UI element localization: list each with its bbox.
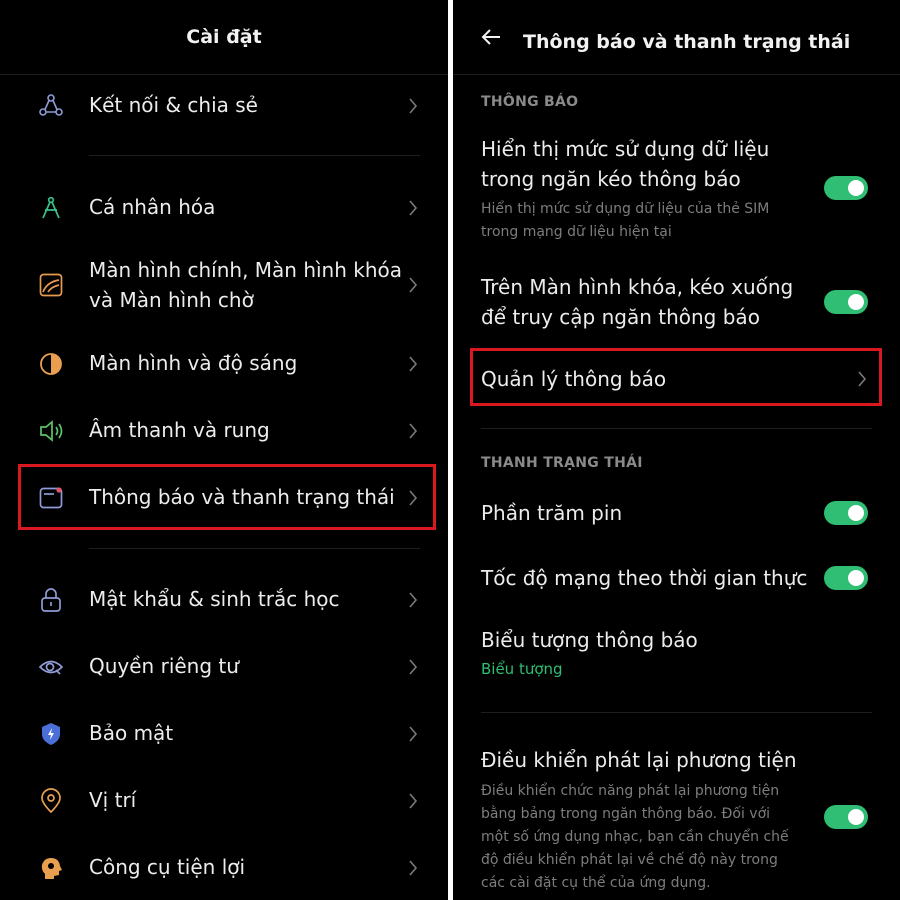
- media-playback-toggle[interactable]: [824, 805, 868, 829]
- section-header-notifications: THÔNG BÁO: [481, 94, 579, 110]
- settings-item-connection[interactable]: Kết nối & chia sẻ: [0, 90, 448, 122]
- settings-item-notifications-status-bar[interactable]: Thông báo và thanh trạng thái: [0, 482, 448, 514]
- battery-percentage-toggle[interactable]: [824, 501, 868, 525]
- setting-value: Biểu tượng: [481, 660, 563, 678]
- settings-header: Cài đặt: [0, 0, 448, 74]
- setting-description: Điều khiển chức năng phát lại phương tiệ…: [481, 783, 780, 799]
- location-pin-icon: [38, 788, 64, 814]
- chevron-right-icon: [409, 726, 418, 742]
- chevron-right-icon: [409, 860, 418, 876]
- settings-item-label: Công cụ tiện lợi: [89, 855, 246, 879]
- share-nodes-icon: [38, 93, 64, 119]
- notification-icon: [38, 485, 64, 511]
- lockscreen-toggle[interactable]: [824, 290, 868, 314]
- section-divider: [481, 428, 872, 429]
- settings-item-password-biometrics[interactable]: Mật khẩu & sinh trắc học: [0, 584, 448, 616]
- setting-description-line5: các cài đặt cụ thể của ứng dụng.: [481, 875, 711, 891]
- settings-item-label: Màn hình chính, Màn hình khóa: [89, 258, 403, 282]
- settings-item-label: Quyền riêng tư: [89, 654, 239, 678]
- settings-item-label: Âm thanh và rung: [89, 418, 270, 442]
- group-divider: [89, 548, 420, 549]
- settings-item-label: Bảo mật: [89, 721, 174, 745]
- setting-label-line2: để truy cập ngăn thông báo: [481, 305, 760, 329]
- chevron-right-icon: [858, 371, 867, 387]
- settings-item-label-line2: và Màn hình chờ: [89, 288, 254, 312]
- settings-item-convenience-tools[interactable]: Công cụ tiện lợi: [0, 852, 448, 884]
- network-speed-toggle[interactable]: [824, 566, 868, 590]
- chevron-right-icon: [409, 423, 418, 439]
- settings-item-personalization[interactable]: Cá nhân hóa: [0, 192, 448, 224]
- setting-label: Hiển thị mức sử dụng dữ liệu: [481, 137, 770, 161]
- data-usage-toggle[interactable]: [824, 176, 868, 200]
- setting-label: Phần trăm pin: [481, 501, 623, 525]
- header-divider: [0, 74, 448, 75]
- settings-item-label: Thông báo và thanh trạng thái: [89, 485, 395, 509]
- settings-item-display-brightness[interactable]: Màn hình và độ sáng: [0, 348, 448, 380]
- settings-item-home-lock-screen[interactable]: Màn hình chính, Màn hình khóa và Màn hìn…: [0, 255, 448, 315]
- setting-label: Điều khiển phát lại phương tiện: [481, 748, 797, 772]
- speaker-icon: [38, 418, 64, 444]
- settings-item-location[interactable]: Vị trí: [0, 785, 448, 817]
- notifications-header: Thông báo và thanh trạng thái: [453, 0, 900, 74]
- setting-description-line3: một số ứng dụng nhạc, bạn cần chuyển chế: [481, 829, 789, 845]
- section-divider: [481, 712, 872, 713]
- chevron-right-icon: [409, 277, 418, 293]
- chevron-right-icon: [409, 659, 418, 675]
- eye-icon: [38, 654, 64, 680]
- chevron-right-icon: [409, 98, 418, 114]
- settings-item-label: Màn hình và độ sáng: [89, 351, 298, 375]
- header-divider: [453, 74, 900, 75]
- chevron-right-icon: [409, 490, 418, 506]
- setting-description-line2: trong mạng dữ liệu hiện tại: [481, 224, 672, 240]
- settings-item-label: Mật khẩu & sinh trắc học: [89, 587, 340, 611]
- compass-icon: [38, 195, 64, 221]
- brightness-icon: [38, 351, 64, 377]
- setting-label: Quản lý thông báo: [481, 367, 667, 391]
- chevron-right-icon: [409, 793, 418, 809]
- tools-icon: [38, 855, 64, 881]
- chevron-right-icon: [409, 200, 418, 216]
- settings-item-label: Vị trí: [89, 788, 137, 812]
- settings-item-label: Cá nhân hóa: [89, 195, 216, 219]
- setting-description-line4: độ điều khiển phát lại về chế độ này tro…: [481, 852, 778, 868]
- notifications-panel: Thông báo và thanh trạng thái THÔNG BÁO …: [453, 0, 900, 900]
- page-title: Cài đặt: [186, 26, 262, 48]
- chevron-right-icon: [409, 356, 418, 372]
- setting-description: Hiển thị mức sử dụng dữ liệu của thẻ SIM: [481, 201, 770, 217]
- settings-item-sound-vibration[interactable]: Âm thanh và rung: [0, 415, 448, 447]
- setting-description-line2: bằng bảng trong ngăn thông báo. Đối với: [481, 806, 771, 822]
- settings-item-privacy[interactable]: Quyền riêng tư: [0, 651, 448, 683]
- setting-label: Trên Màn hình khóa, kéo xuống: [481, 275, 794, 299]
- group-divider: [89, 155, 420, 156]
- shield-icon: [38, 721, 64, 747]
- section-header-status-bar: THANH TRẠNG THÁI: [481, 455, 643, 471]
- settings-item-label: Kết nối & chia sẻ: [89, 93, 258, 117]
- wallpaper-icon: [38, 272, 64, 298]
- settings-item-security[interactable]: Bảo mật: [0, 718, 448, 750]
- setting-label: Biểu tượng thông báo: [481, 628, 698, 652]
- back-arrow-icon[interactable]: [480, 26, 502, 48]
- setting-label-line2: trong ngăn kéo thông báo: [481, 167, 741, 191]
- chevron-right-icon: [409, 592, 418, 608]
- setting-label: Tốc độ mạng theo thời gian thực: [481, 566, 808, 590]
- page-title: Thông báo và thanh trạng thái: [523, 31, 851, 53]
- settings-panel: Cài đặt Kết nối & chia sẻ Cá nhân hóa Mà…: [0, 0, 448, 900]
- lock-icon: [38, 587, 64, 613]
